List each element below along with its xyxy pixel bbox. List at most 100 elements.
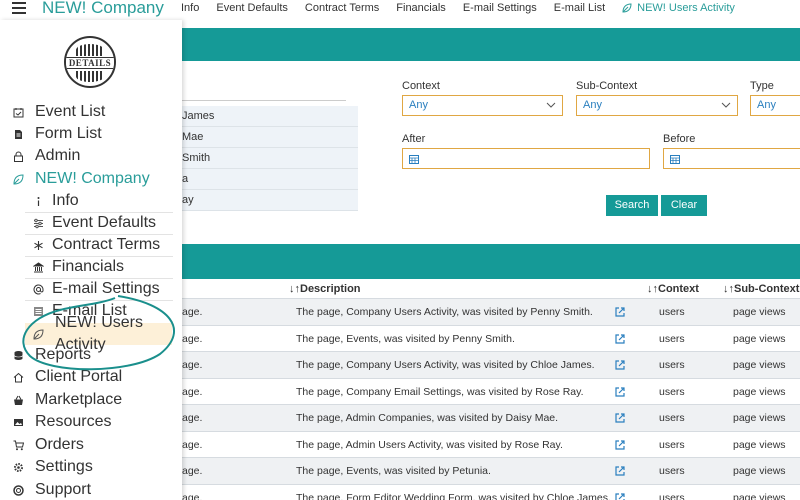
sort-icon: ↓↑ xyxy=(289,283,300,295)
external-link-icon[interactable] xyxy=(614,465,626,477)
top-bar: NEW! Company Info Event Defaults Contrac… xyxy=(0,0,800,20)
filter-panel-header xyxy=(182,28,800,61)
sidebar-item-event-list[interactable]: Event List xyxy=(0,101,182,123)
topnav-info[interactable]: Info xyxy=(181,2,199,14)
topnav-contract-terms[interactable]: Contract Terms xyxy=(305,2,379,14)
before-label: Before xyxy=(663,133,696,145)
type-select[interactable]: Any xyxy=(750,95,800,116)
sidebar-item-label: Admin xyxy=(35,147,81,164)
topnav-event-defaults[interactable]: Event Defaults xyxy=(216,2,288,14)
gear-icon xyxy=(14,463,23,472)
cell-context: users xyxy=(659,332,685,345)
topnav-email-list[interactable]: E-mail List xyxy=(554,2,605,14)
activity-table: age. The page, Company Users Activity, w… xyxy=(182,298,800,500)
sidebar-item-settings[interactable]: Settings xyxy=(0,456,182,478)
topnav-users-activity-label: NEW! Users Activity xyxy=(637,2,735,14)
table-row: age. The page, Admin Companies, was visi… xyxy=(182,404,800,431)
context-select[interactable]: Any xyxy=(402,95,563,116)
hamburger-menu-icon[interactable] xyxy=(12,2,26,14)
sidebar-subitem-users-activity[interactable]: NEW! Users Activity xyxy=(25,314,172,353)
sidebar-item-label: Contract Terms xyxy=(52,236,161,253)
type-label: Type xyxy=(750,80,774,92)
sidebar-item-form-list[interactable]: Form List xyxy=(0,123,182,145)
sidebar-item-orders[interactable]: Orders xyxy=(0,434,182,456)
cell-context: users xyxy=(659,306,685,318)
sidebar-subitem-email-settings[interactable]: E-mail Settings xyxy=(0,278,182,300)
context-column-header[interactable]: ↓↑Context xyxy=(647,283,699,295)
sidebar-item-label: Support xyxy=(35,481,92,498)
logo-text: DETAILS xyxy=(66,57,114,69)
cell-context: users xyxy=(659,412,685,424)
list-item[interactable]: Smith xyxy=(182,148,358,169)
description-column-header[interactable]: ↓↑Description xyxy=(289,283,361,295)
topnav-financials[interactable]: Financials xyxy=(396,2,446,14)
subcontext-select-value: Any xyxy=(583,99,602,111)
sort-icon: ↓↑ xyxy=(723,283,734,295)
type-select-value: Any xyxy=(757,99,776,111)
cart-icon xyxy=(13,440,24,451)
sidebar-item-client-portal[interactable]: Client Portal xyxy=(0,366,182,388)
cell-description: The page, Company Users Activity, was vi… xyxy=(296,359,595,371)
sidebar-item-label: Reports xyxy=(35,346,92,363)
external-link-icon[interactable] xyxy=(614,306,626,318)
topnav-users-activity[interactable]: NEW! Users Activity xyxy=(622,2,735,14)
sidebar-subitem-event-defaults[interactable]: Event Defaults xyxy=(0,212,182,234)
sidebar-item-marketplace[interactable]: Marketplace xyxy=(0,389,182,411)
subcontext-column-header[interactable]: ↓↑Sub-Context xyxy=(723,283,799,295)
sidebar-item-label: Resources xyxy=(35,413,112,430)
sidebar-item-label: Settings xyxy=(35,458,93,475)
bank-icon xyxy=(33,262,44,273)
sidebar-item-resources[interactable]: Resources xyxy=(0,411,182,433)
after-date-input[interactable] xyxy=(402,148,650,169)
leaf-icon xyxy=(13,174,24,185)
list-item[interactable]: ay xyxy=(182,190,358,211)
table-header: ↓↑Description ↓↑Context ↓↑Sub-Context xyxy=(182,283,800,298)
cell-description: The page, Company Email Settings, was vi… xyxy=(296,385,584,398)
topnav-email-settings[interactable]: E-mail Settings xyxy=(463,2,537,14)
sidebar-item-support[interactable]: Support xyxy=(0,479,182,500)
cell-context: users xyxy=(659,359,685,371)
leaf-icon xyxy=(622,3,632,13)
external-link-icon[interactable] xyxy=(614,492,626,500)
list-item[interactable]: Mae xyxy=(182,127,358,148)
sidebar-subitem-financials[interactable]: Financials xyxy=(0,256,182,278)
cell-lead: age. xyxy=(182,385,203,398)
basket-icon xyxy=(14,395,23,405)
sidebar-subitem-contract-terms[interactable]: Contract Terms xyxy=(0,234,182,256)
brand-title: NEW! Company xyxy=(42,0,164,17)
subcontext-select[interactable]: Any xyxy=(576,95,738,116)
description-header-label: Description xyxy=(300,283,361,295)
list-item[interactable]: James xyxy=(182,106,358,127)
sidebar-item-company[interactable]: NEW! Company xyxy=(0,168,182,190)
external-link-icon[interactable] xyxy=(614,359,626,371)
list-icon xyxy=(34,307,43,316)
external-link-icon[interactable] xyxy=(614,386,626,398)
sidebar-subitem-info[interactable]: Info xyxy=(0,190,182,212)
cell-lead: age. xyxy=(182,491,203,500)
cell-subcontext: page views xyxy=(733,359,786,371)
table-row: age. The page, Company Users Activity, w… xyxy=(182,351,800,378)
before-date-input[interactable] xyxy=(663,148,800,169)
calendar-check-icon xyxy=(13,108,24,118)
external-link-icon[interactable] xyxy=(614,333,626,345)
table-row: age. The page, Company Users Activity, w… xyxy=(182,298,800,325)
cell-lead: age. xyxy=(182,438,203,451)
cell-description: The page, Events, was visited by Petunia… xyxy=(296,465,491,477)
external-link-icon[interactable] xyxy=(614,439,626,451)
sidebar-item-reports[interactable]: Reports xyxy=(0,344,182,366)
clear-button[interactable]: Clear xyxy=(661,195,707,216)
sidebar-item-admin[interactable]: Admin xyxy=(0,145,182,167)
context-select-value: Any xyxy=(409,99,428,111)
cell-subcontext: page views xyxy=(733,332,786,345)
table-row: age. The page, Admin Users Activity, was… xyxy=(182,430,800,458)
context-label: Context xyxy=(402,80,440,92)
external-link-icon[interactable] xyxy=(614,412,626,424)
cell-subcontext: page views xyxy=(733,412,786,424)
top-nav: Info Event Defaults Contract Terms Finan… xyxy=(181,2,752,14)
user-list: James Mae Smith a ay xyxy=(182,106,358,211)
cell-description: The page, Admin Users Activity, was visi… xyxy=(296,438,563,451)
search-button[interactable]: Search xyxy=(606,195,658,216)
cell-lead: age. xyxy=(182,412,203,424)
house-icon xyxy=(13,372,24,383)
list-item[interactable]: a xyxy=(182,169,358,190)
